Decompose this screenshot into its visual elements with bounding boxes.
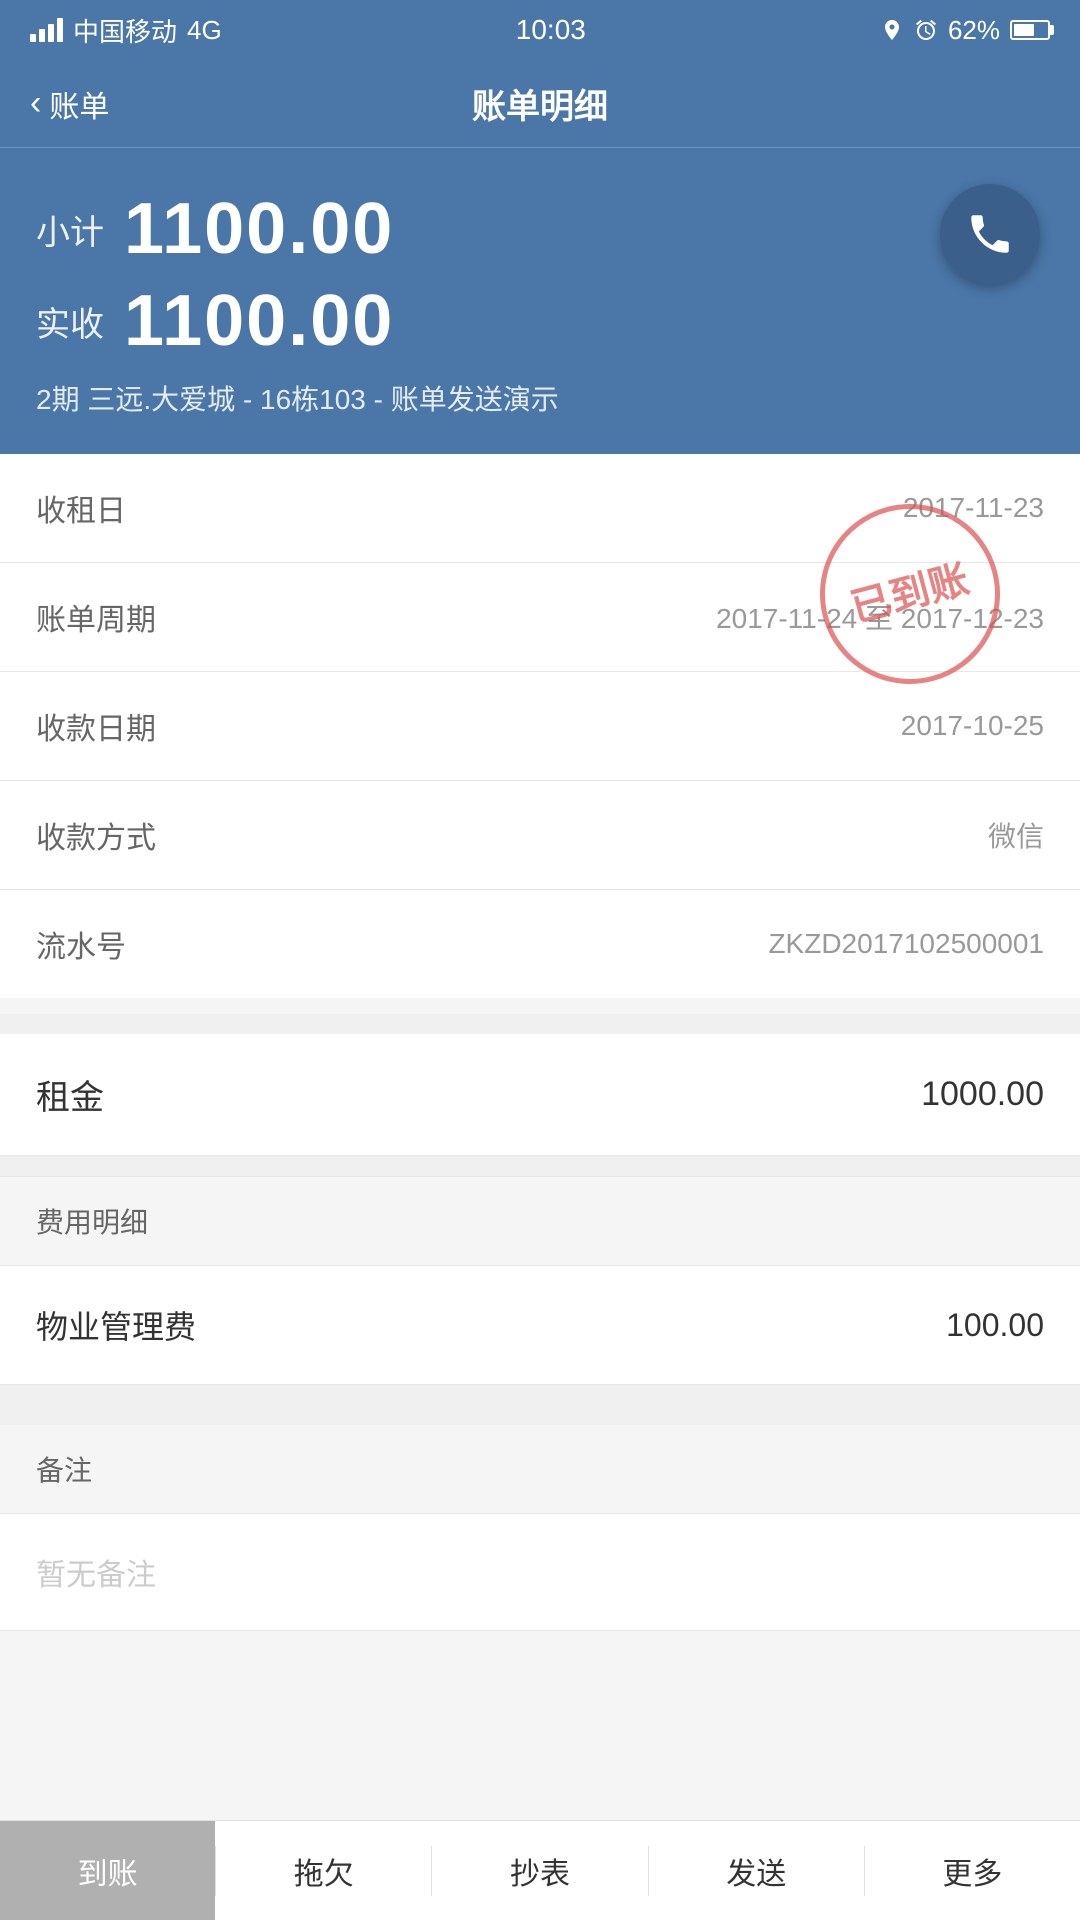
location-icon — [880, 18, 904, 42]
status-right: 62% — [880, 15, 1050, 46]
section-divider-1 — [0, 1014, 1080, 1034]
rent-value: 1000.00 — [921, 1075, 1044, 1114]
network-label: 4G — [187, 15, 222, 46]
note-section-title: 备注 — [36, 1455, 92, 1486]
detail-value-4: ZKZD2017102500001 — [768, 928, 1044, 960]
bottom-tab-bar: 到账 拖欠 抄表 发送 更多 — [0, 1820, 1080, 1920]
tab-item-meter[interactable]: 抄表 — [432, 1821, 647, 1920]
status-bar: 中国移动 4G 10:03 62% — [0, 0, 1080, 60]
subtotal-value: 1100.00 — [124, 188, 394, 270]
header-subtitle: 2期 三远.大爱城 - 16栋103 - 账单发送演示 — [36, 378, 1044, 418]
rent-label: 租金 — [36, 1070, 104, 1119]
detail-row-serial: 流水号 ZKZD2017102500001 — [0, 890, 1080, 998]
fee-label-0: 物业管理费 — [36, 1302, 196, 1348]
fee-section-title: 费用明细 — [36, 1207, 148, 1238]
back-label: 账单 — [49, 82, 109, 126]
detail-value-0: 2017-11-23 — [903, 492, 1044, 524]
rent-row: 租金 1000.00 — [0, 1034, 1080, 1156]
fee-value-0: 100.00 — [946, 1307, 1044, 1344]
header-section: 小计 1100.00 实收 1100.00 2期 三远.大爱城 - 16栋103… — [0, 148, 1080, 454]
tab-item-send[interactable]: 发送 — [649, 1821, 864, 1920]
detail-label-2: 收款日期 — [36, 704, 156, 748]
signal-icon — [30, 18, 63, 42]
note-section-header: 备注 — [0, 1405, 1080, 1514]
detail-label-1: 账单周期 — [36, 595, 156, 639]
page-title: 账单明细 — [472, 79, 608, 128]
detail-row-rent-date: 收租日 2017-11-23 — [0, 454, 1080, 563]
detail-value-2: 2017-10-25 — [901, 710, 1044, 742]
detail-row-payment-method: 收款方式 微信 — [0, 781, 1080, 890]
back-arrow-icon: ‹ — [30, 84, 41, 123]
subtotal-row: 小计 1100.00 — [36, 188, 1044, 270]
phone-button[interactable] — [940, 184, 1040, 284]
note-empty-text: 暂无备注 — [36, 1559, 156, 1592]
tab-label-meter: 抄表 — [510, 1849, 570, 1893]
detail-value-3: 微信 — [988, 815, 1044, 855]
battery-icon — [1010, 20, 1050, 40]
rent-section: 租金 1000.00 — [0, 1034, 1080, 1156]
nav-bar: ‹ 账单 账单明细 — [0, 60, 1080, 148]
detail-row-payment-date: 收款日期 2017-10-25 — [0, 672, 1080, 781]
back-button[interactable]: ‹ 账单 — [30, 82, 109, 126]
tab-label-send: 发送 — [726, 1849, 786, 1893]
detail-label-3: 收款方式 — [36, 813, 156, 857]
tab-label-arrived: 到账 — [78, 1849, 138, 1893]
actual-row: 实收 1100.00 — [36, 280, 1044, 362]
tab-label-more: 更多 — [942, 1849, 1002, 1893]
carrier-label: 中国移动 — [73, 12, 177, 49]
section-divider-2 — [0, 1156, 1080, 1176]
actual-label: 实收 — [36, 297, 104, 346]
phone-icon — [965, 209, 1015, 259]
tab-label-overdue: 拖欠 — [294, 1849, 354, 1893]
detail-label-4: 流水号 — [36, 922, 126, 966]
detail-value-1: 2017-11-24 至 2017-12-23 — [716, 597, 1044, 637]
time-label: 10:03 — [516, 14, 586, 46]
actual-value: 1100.00 — [124, 280, 394, 362]
detail-section: 已到账 收租日 2017-11-23 账单周期 2017-11-24 至 201… — [0, 454, 1080, 998]
alarm-icon — [914, 18, 938, 42]
detail-label-0: 收租日 — [36, 486, 126, 530]
fee-row-management: 物业管理费 100.00 — [0, 1266, 1080, 1385]
section-divider-3 — [0, 1385, 1080, 1405]
tab-item-more[interactable]: 更多 — [865, 1821, 1080, 1920]
status-left: 中国移动 4G — [30, 12, 222, 49]
detail-row-period: 账单周期 2017-11-24 至 2017-12-23 — [0, 563, 1080, 672]
fee-section-header: 费用明细 — [0, 1176, 1080, 1266]
subtotal-label: 小计 — [36, 205, 104, 254]
note-content: 暂无备注 — [0, 1514, 1080, 1631]
tab-item-arrived[interactable]: 到账 — [0, 1821, 215, 1920]
tab-item-overdue[interactable]: 拖欠 — [216, 1821, 431, 1920]
battery-percent: 62% — [948, 15, 1000, 46]
